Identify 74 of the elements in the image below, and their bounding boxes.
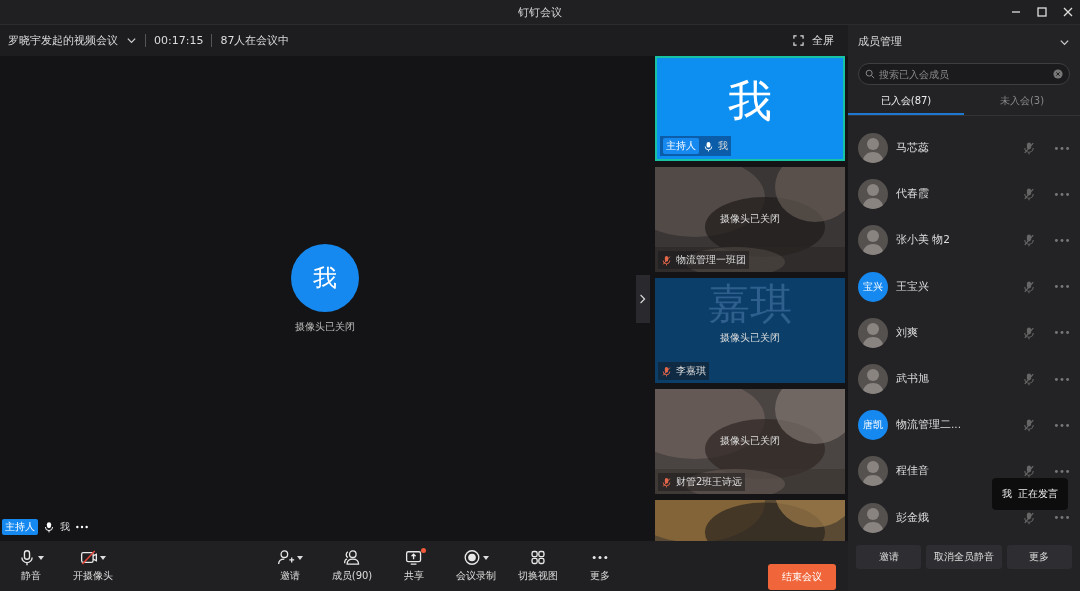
participant-name: 财管2班王诗远 [676,475,743,489]
muted-mic-icon[interactable] [1022,233,1036,248]
member-name: 马芯蕊 [896,141,930,156]
meeting-title: 罗晓宇发起的视频会议 [8,33,118,48]
camera-status: 摄像头已关闭 [720,331,780,345]
camera-status: 摄像头已关闭 [720,212,780,226]
maximize-icon[interactable] [1036,6,1048,18]
toolbar-button[interactable]: 成员(90) [321,549,383,583]
toolbar-button[interactable]: 静音 [0,549,62,583]
speaking-toast: 我 正在发言 [991,478,1068,510]
panel-button[interactable]: 邀请 [856,545,922,569]
member-name: 王宝兴 [896,279,930,294]
participant-name: 我 [718,139,728,153]
muted-mic-icon[interactable] [1022,464,1036,479]
toolbar-button[interactable]: 更多 [569,549,631,583]
toolbar-button[interactable]: 共享 [383,549,445,583]
video-tile[interactable]: 摄像头已关闭 财管2班王诗远 [655,389,845,494]
participant-name: 我 [60,520,70,534]
expand-button[interactable] [636,274,650,323]
add-person-icon [277,549,295,566]
panel-button[interactable]: 更多 [1006,545,1072,569]
camera-off-icon [80,549,98,566]
attendee-count: 87人在会议中 [220,33,290,48]
search-field[interactable]: 搜索已入会成员 [858,63,1070,85]
camera-status: 摄像头已关闭 [720,434,780,448]
meeting-duration: 00:17:15 [154,34,204,47]
more-icon [591,555,609,560]
tab[interactable]: 已入会(87) [848,89,964,115]
toolbar-button[interactable]: 切换视图 [507,549,569,583]
member-name: 物流管理二... [896,418,962,433]
tab[interactable]: 未入会(3) [964,89,1080,115]
muted-mic-icon[interactable] [1022,325,1036,340]
member-name: 程佳音 [896,464,930,479]
host-badge: 主持人 [2,519,38,535]
muted-mic-icon[interactable] [1022,418,1036,433]
avatar: 唐凯 [858,410,888,441]
toolbar-button[interactable]: 邀请 [259,549,321,583]
member-name: 张小美 物2 [896,233,952,248]
clear-icon[interactable] [1053,69,1063,79]
close-icon[interactable] [1062,6,1074,18]
fullscreen-icon [793,35,804,46]
member-name: 代春霞 [896,187,930,202]
chevron-down-icon[interactable] [126,35,137,46]
search-icon [865,69,875,79]
avatar: 我 [291,243,359,312]
member-name: 武书旭 [896,372,930,387]
mic-icon [18,549,36,566]
fullscreen-button[interactable]: 全屏 [787,33,840,48]
camera-status: 摄像头已关闭 [295,319,355,334]
participant-name: 物流管理一班团 [676,253,746,267]
video-tile[interactable]: 我 主持人 我 [655,56,845,161]
participant-name: 李嘉琪 [676,364,706,378]
people-icon [343,549,361,566]
panel-button[interactable]: 取消全员静音 [926,545,1002,569]
avatar: 宝兴 [858,271,888,302]
member-name: 彭金娥 [896,510,930,525]
muted-mic-icon[interactable] [1022,510,1036,525]
avatar-text: 我 [727,74,773,128]
record-icon [463,549,481,566]
chevron-right-icon [639,292,647,305]
grid-view-icon [529,549,547,566]
toolbar-button[interactable]: 开摄像头 [62,549,124,583]
muted-mic-icon[interactable] [1022,279,1036,294]
window-title: 钉钉会议 [518,4,562,20]
toolbar-button[interactable]: 会议录制 [445,549,507,583]
muted-mic-icon[interactable] [1022,372,1036,387]
muted-mic-icon[interactable] [1022,141,1036,156]
panel-title: 成员管理 [858,35,902,49]
screen-share-icon [405,549,423,566]
video-tile[interactable]: 摄像头已关闭 物流管理一班团 [655,167,845,272]
member-name: 刘爽 [896,325,919,340]
muted-mic-icon[interactable] [1022,187,1036,202]
more-icon[interactable] [75,525,89,529]
host-badge: 主持人 [663,138,699,154]
